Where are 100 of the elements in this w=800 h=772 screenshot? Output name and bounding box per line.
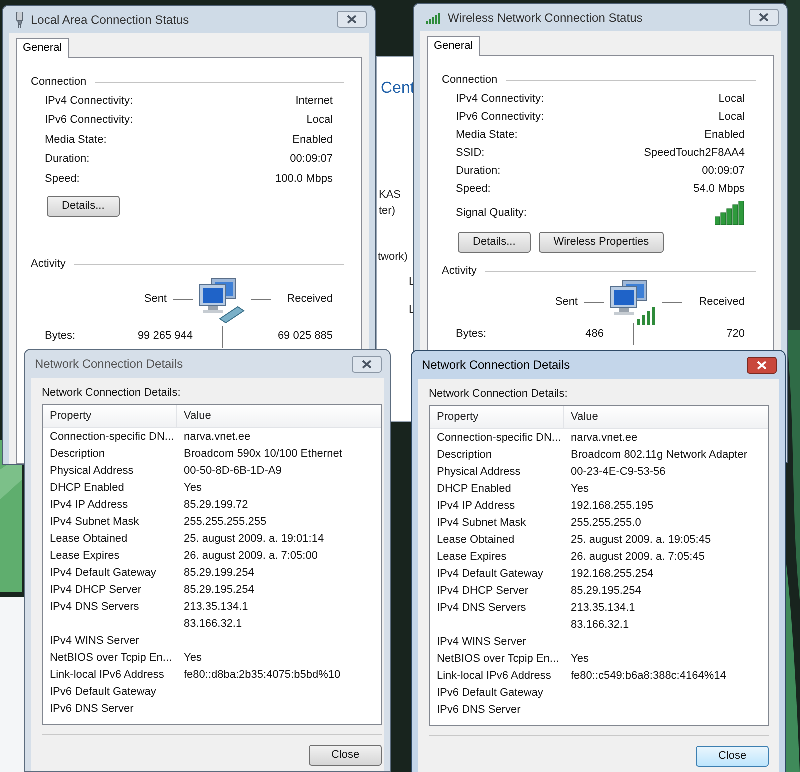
property-cell-text: IPv4 DNS Servers bbox=[437, 601, 528, 616]
column-header[interactable]: Property bbox=[430, 406, 564, 428]
property-cell-text: IPv4 Default Gateway bbox=[50, 566, 158, 582]
value-cell-text: fe80::d8ba:2b35:4075:b5bd%10 bbox=[184, 668, 341, 684]
property-cell-text: Physical Address bbox=[50, 464, 135, 480]
value-cell-text: 192.168.255.254 bbox=[571, 567, 654, 582]
window-text: ter) bbox=[379, 204, 396, 218]
close-button[interactable]: Close bbox=[309, 745, 382, 766]
field-label: IPv6 Connectivity: bbox=[45, 113, 134, 128]
property-cell-text: IPv6 Default Gateway bbox=[50, 685, 158, 700]
sent-label: Sent bbox=[144, 292, 167, 308]
field-value: 00:09:07 bbox=[290, 152, 333, 167]
value-cell-text: 85.29.199.72 bbox=[184, 498, 248, 514]
property-cell-text: Link-local IPv6 Address bbox=[437, 669, 552, 684]
property-cell-text: IPv6 Default Gateway bbox=[437, 686, 544, 702]
field-value: SpeedTouch2F8AA4 bbox=[644, 146, 745, 161]
close-button[interactable] bbox=[749, 9, 779, 26]
column-header[interactable]: Property bbox=[43, 405, 177, 427]
field-value: 69 025 885 bbox=[278, 329, 333, 344]
value-cell-text: 85.29.195.254 bbox=[571, 584, 642, 600]
field-label: Speed: bbox=[456, 182, 491, 197]
close-button[interactable] bbox=[352, 356, 382, 372]
value-cell-text: 213.35.134.1 bbox=[184, 600, 248, 616]
signal-quality-icon bbox=[715, 201, 745, 225]
window-title: Local Area Connection Status bbox=[31, 12, 190, 28]
close-button[interactable] bbox=[747, 356, 777, 374]
property-cell-text: IPv4 DNS Servers bbox=[50, 600, 140, 616]
window-heading: Cent bbox=[381, 82, 415, 96]
property-cell-text: Connection-specific DN... bbox=[50, 430, 176, 446]
property-cell-text: IPv6 DNS Server bbox=[437, 703, 522, 718]
value-cell-text: narva.vnet.ee bbox=[571, 431, 638, 446]
caption: Network Connection Details: bbox=[42, 386, 181, 400]
property-cell-text: Lease Obtained bbox=[50, 532, 129, 548]
property-cell-text: IPv4 WINS Server bbox=[50, 634, 140, 650]
value-cell-text: 83.166.32.1 bbox=[571, 618, 630, 634]
field-value: Local bbox=[718, 110, 745, 125]
close-button[interactable]: Close bbox=[696, 746, 769, 767]
value-cell-text: Yes bbox=[184, 651, 202, 666]
computers-signal-icon bbox=[609, 279, 657, 325]
close-icon bbox=[362, 360, 372, 368]
value-cell-text: 83.166.32.1 bbox=[184, 617, 242, 632]
property-cell-text: DHCP Enabled bbox=[50, 481, 126, 496]
value-cell-text: narva.vnet.ee bbox=[184, 430, 251, 446]
signal-bars-icon bbox=[426, 12, 442, 24]
value-cell-text: 25. august 2009. a. 19:01:14 bbox=[184, 532, 324, 548]
dialog-button[interactable]: Details... bbox=[47, 196, 120, 216]
section-label: Connection bbox=[442, 72, 498, 88]
property-cell-text: IPv4 Subnet Mask bbox=[437, 516, 528, 532]
field-value: Local bbox=[306, 113, 333, 128]
field-label: Media State: bbox=[456, 128, 518, 143]
value-cell-text: Yes bbox=[571, 652, 589, 668]
section-label: Connection bbox=[31, 74, 87, 90]
property-cell-text: IPv4 DHCP Server bbox=[50, 583, 142, 598]
window-text: twork) bbox=[378, 250, 408, 264]
field-label: SSID: bbox=[456, 146, 485, 161]
value-cell-text: 255.255.255.255 bbox=[184, 515, 267, 530]
field-value: Local bbox=[718, 92, 745, 107]
value-cell-text: 192.168.255.195 bbox=[571, 499, 654, 514]
value-cell-text: Yes bbox=[571, 482, 589, 498]
field-label: IPv4 Connectivity: bbox=[456, 92, 544, 107]
property-cell-text: NetBIOS over Tcpip En... bbox=[50, 651, 174, 666]
window-title: Wireless Network Connection Status bbox=[448, 10, 643, 26]
value-cell-text: 85.29.199.254 bbox=[184, 566, 254, 582]
tab[interactable]: General bbox=[16, 38, 70, 58]
value-cell-text: 213.35.134.1 bbox=[571, 601, 636, 616]
dialog-button[interactable]: Wireless Properties bbox=[538, 232, 664, 253]
column-header[interactable]: Value bbox=[564, 406, 768, 428]
dialog-button[interactable]: Details... bbox=[458, 232, 531, 253]
field-label: Duration: bbox=[456, 164, 501, 179]
computers-cable-icon bbox=[198, 276, 246, 322]
close-icon bbox=[757, 360, 767, 370]
value-cell-text: fe80::c549:b6a8:388c:4164%14 bbox=[571, 669, 726, 684]
value-cell-text: Yes bbox=[184, 481, 202, 496]
close-button[interactable] bbox=[337, 11, 367, 28]
value-cell-text: 00-50-8D-6B-1D-A9 bbox=[184, 464, 282, 480]
field-value: 00:09:07 bbox=[702, 164, 745, 179]
field-value: 100.0 Mbps bbox=[276, 172, 333, 186]
field-label: Speed: bbox=[45, 172, 80, 186]
close-icon bbox=[347, 15, 357, 24]
tab[interactable]: General bbox=[427, 36, 480, 56]
property-cell-text: Description bbox=[437, 448, 494, 464]
value-cell-text: 255.255.255.0 bbox=[571, 516, 642, 532]
value-cell-text: 26. august 2009. a. 7:05:00 bbox=[184, 549, 318, 564]
field-label: Duration: bbox=[45, 152, 90, 167]
property-cell-text: Lease Expires bbox=[437, 550, 508, 566]
field-label: Media State: bbox=[45, 132, 107, 148]
sent-label: Sent bbox=[555, 294, 578, 310]
property-cell-text: IPv4 Default Gateway bbox=[437, 567, 544, 582]
field-label: Bytes: bbox=[456, 326, 487, 342]
received-label: Received bbox=[287, 292, 333, 308]
value-cell-text: 85.29.195.254 bbox=[184, 583, 254, 598]
field-label: IPv6 Connectivity: bbox=[456, 110, 544, 125]
property-cell-text: IPv4 DHCP Server bbox=[437, 584, 530, 600]
received-label: Received bbox=[699, 294, 745, 310]
column-header[interactable]: Value bbox=[177, 405, 381, 427]
field-label: Bytes: bbox=[45, 329, 76, 344]
plug-icon bbox=[15, 12, 25, 28]
value-cell-text: 00-23-4E-C9-53-56 bbox=[571, 465, 666, 480]
field-value: 720 bbox=[726, 326, 745, 342]
window-title: Network Connection Details bbox=[422, 357, 570, 374]
